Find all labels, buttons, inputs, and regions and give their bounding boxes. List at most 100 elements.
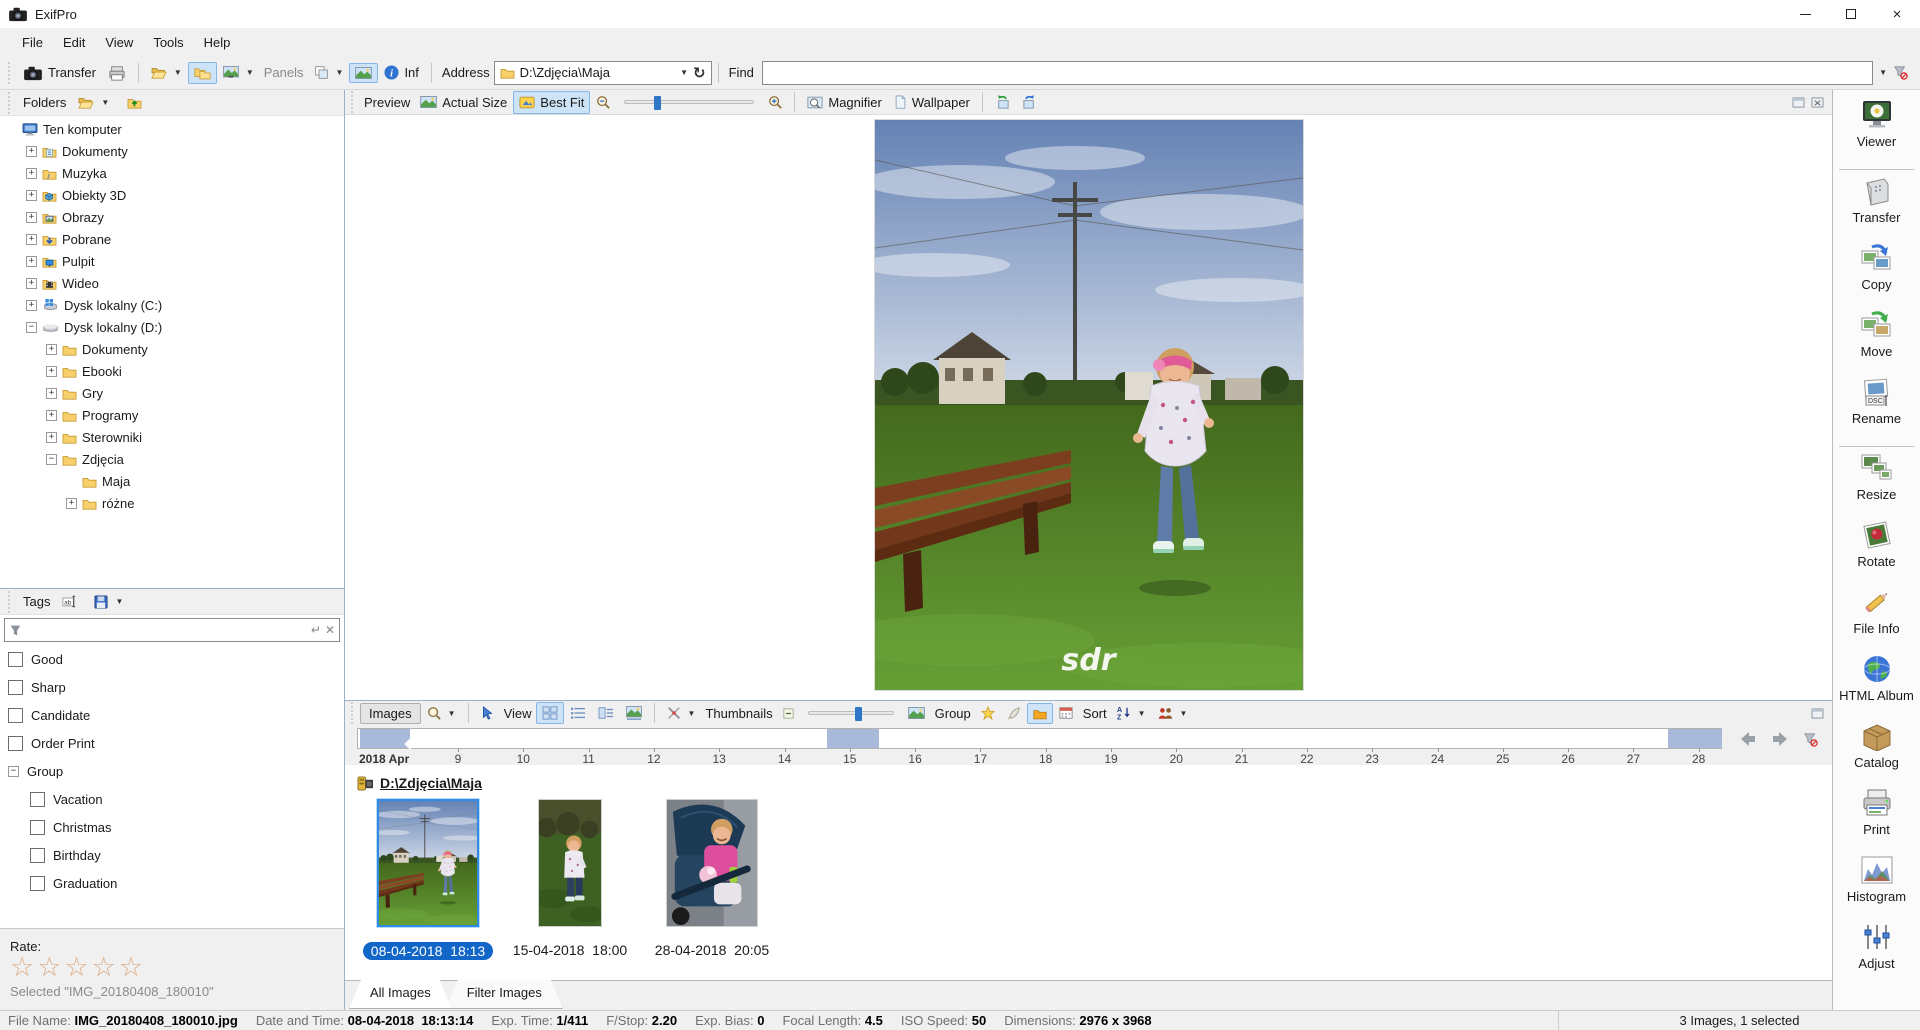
image-thumbnail[interactable] <box>377 799 479 937</box>
detach-pane-icon[interactable] <box>1792 97 1805 108</box>
minus-expander-icon[interactable]: − <box>46 454 57 465</box>
plus-expander-icon[interactable]: + <box>66 498 77 509</box>
close-pane-icon[interactable] <box>1811 97 1824 108</box>
tab-all-images[interactable]: All Images <box>349 980 452 1009</box>
plus-expander-icon[interactable]: + <box>26 256 37 267</box>
sort-people-button[interactable]: ▼ <box>1152 703 1194 724</box>
close-button[interactable]: × <box>1874 0 1920 28</box>
tag-row[interactable]: Order Print <box>0 729 344 757</box>
tag-checkbox[interactable] <box>30 792 45 807</box>
tag-row[interactable]: Birthday <box>0 841 344 869</box>
panels-button[interactable]: ▼ <box>308 61 350 84</box>
thumb-smaller-button[interactable] <box>777 704 800 723</box>
rotate-right-button[interactable] <box>1016 91 1043 114</box>
folder-tree-item[interactable]: +Gry <box>0 382 344 404</box>
prev-range-icon[interactable] <box>1739 731 1757 747</box>
tag-row[interactable]: Graduation <box>0 869 344 897</box>
view-list-button[interactable] <box>564 702 592 724</box>
search-button[interactable]: ▼ <box>421 702 462 724</box>
folder-tree-item[interactable]: Maja <box>0 470 344 492</box>
tag-row[interactable]: −Group <box>0 757 344 785</box>
folder-tree-item[interactable]: +Dysk lokalny (C:) <box>0 294 344 316</box>
tag-checkbox[interactable] <box>30 876 45 891</box>
sidebar-item-resize[interactable]: Resize <box>1833 453 1920 520</box>
thumb-larger-button[interactable] <box>902 703 931 723</box>
tag-checkbox[interactable] <box>8 736 23 751</box>
folder-up-button[interactable] <box>121 92 148 113</box>
sidebar-item-histogram[interactable]: Histogram <box>1833 855 1920 922</box>
mask-view-button[interactable]: **▼ <box>217 62 260 84</box>
plus-expander-icon[interactable]: + <box>26 212 37 223</box>
magnifier-button[interactable]: Magnifier <box>801 91 887 114</box>
menu-item-view[interactable]: View <box>95 31 143 54</box>
actual-size-button[interactable]: Actual Size <box>414 91 513 114</box>
tag-row[interactable]: Christmas <box>0 813 344 841</box>
folder-tree-item[interactable]: +Ebooki <box>0 360 344 382</box>
rating-star-icon[interactable]: ☆ <box>64 952 91 982</box>
sidebar-item-print[interactable]: Print <box>1833 788 1920 855</box>
minus-expander-icon[interactable]: − <box>26 322 37 333</box>
group-folder-button[interactable] <box>1027 703 1053 724</box>
plus-expander-icon[interactable]: + <box>26 168 37 179</box>
images-pane-button[interactable]: Images <box>360 703 421 724</box>
view-preview-button[interactable] <box>620 702 648 724</box>
next-range-icon[interactable] <box>1771 731 1789 747</box>
sidebar-item-html-album[interactable]: HTML Album <box>1833 654 1920 721</box>
browse-folder-button[interactable]: ▼ <box>72 92 115 113</box>
sidebar-item-rename[interactable]: DSCRename <box>1833 377 1920 444</box>
rating-star-icon[interactable]: ☆ <box>92 952 119 982</box>
image-thumbnail[interactable] <box>666 799 758 937</box>
zoom-in-button[interactable] <box>762 91 788 113</box>
pane-options-icon[interactable] <box>1811 708 1824 719</box>
apply-filter-icon[interactable]: ↵ <box>311 623 321 637</box>
find-filter-button[interactable] <box>1887 61 1914 84</box>
sidebar-item-catalog[interactable]: Catalog <box>1833 721 1920 788</box>
folder-tree-item[interactable]: −Zdjęcia <box>0 448 344 470</box>
tag-row[interactable]: Candidate <box>0 701 344 729</box>
view-details-button[interactable] <box>592 702 620 724</box>
info-button[interactable]: i Inf <box>378 61 424 84</box>
menu-item-help[interactable]: Help <box>194 31 241 54</box>
folder-tree-item[interactable]: +Dokumenty <box>0 140 344 162</box>
menu-item-file[interactable]: File <box>12 31 53 54</box>
group-tag-button[interactable] <box>1001 702 1027 724</box>
folder-tree-item[interactable]: −Dysk lokalny (D:) <box>0 316 344 338</box>
sidebar-item-move[interactable]: Move <box>1833 310 1920 377</box>
group-star-button[interactable] <box>975 702 1001 724</box>
sort-order-button[interactable]: AZ▼ <box>1111 702 1152 724</box>
plus-expander-icon[interactable]: + <box>26 146 37 157</box>
tag-checkbox[interactable] <box>8 708 23 723</box>
sidebar-item-copy[interactable]: Copy <box>1833 243 1920 310</box>
tag-checkbox[interactable] <box>30 820 45 835</box>
plus-expander-icon[interactable]: + <box>26 234 37 245</box>
print-button[interactable] <box>102 61 132 85</box>
tag-checkbox[interactable] <box>8 680 23 695</box>
edit-tags-button[interactable]: ab <box>56 591 82 612</box>
minimize-button[interactable] <box>1782 0 1828 28</box>
rating-star-icon[interactable]: ☆ <box>119 952 146 982</box>
zoom-slider[interactable] <box>624 100 754 104</box>
folder-link[interactable]: D:\Zdjęcia\Maja <box>380 775 482 791</box>
folder-tree-item[interactable]: +Obiekty 3D <box>0 184 344 206</box>
folder-tree-item[interactable]: +Dokumenty <box>0 338 344 360</box>
tag-row[interactable]: Vacation <box>0 785 344 813</box>
tools-button[interactable]: ▼ <box>661 702 702 724</box>
tag-row[interactable]: Sharp <box>0 673 344 701</box>
find-input[interactable] <box>762 61 1873 85</box>
menu-item-tools[interactable]: Tools <box>143 31 193 54</box>
folder-tree-item[interactable]: +różne <box>0 492 344 514</box>
tag-filter-input[interactable] <box>26 622 307 639</box>
plus-expander-icon[interactable]: + <box>26 278 37 289</box>
refresh-icon[interactable]: ↻ <box>693 64 706 82</box>
minus-expander-icon[interactable]: − <box>8 766 19 777</box>
folder-tree-item[interactable]: +Obrazy <box>0 206 344 228</box>
sidebar-item-file-info[interactable]: File Info <box>1833 587 1920 654</box>
plus-expander-icon[interactable]: + <box>26 190 37 201</box>
tab-filter-images[interactable]: Filter Images <box>446 980 563 1009</box>
tag-row[interactable]: Good <box>0 645 344 673</box>
folder-pane-toggle[interactable] <box>188 62 217 84</box>
timeline-bar[interactable] <box>357 728 1722 749</box>
folder-tree-item[interactable]: +Pobrane <box>0 228 344 250</box>
folder-tree-item[interactable]: +Programy <box>0 404 344 426</box>
preview-pane-toggle[interactable] <box>349 63 378 83</box>
